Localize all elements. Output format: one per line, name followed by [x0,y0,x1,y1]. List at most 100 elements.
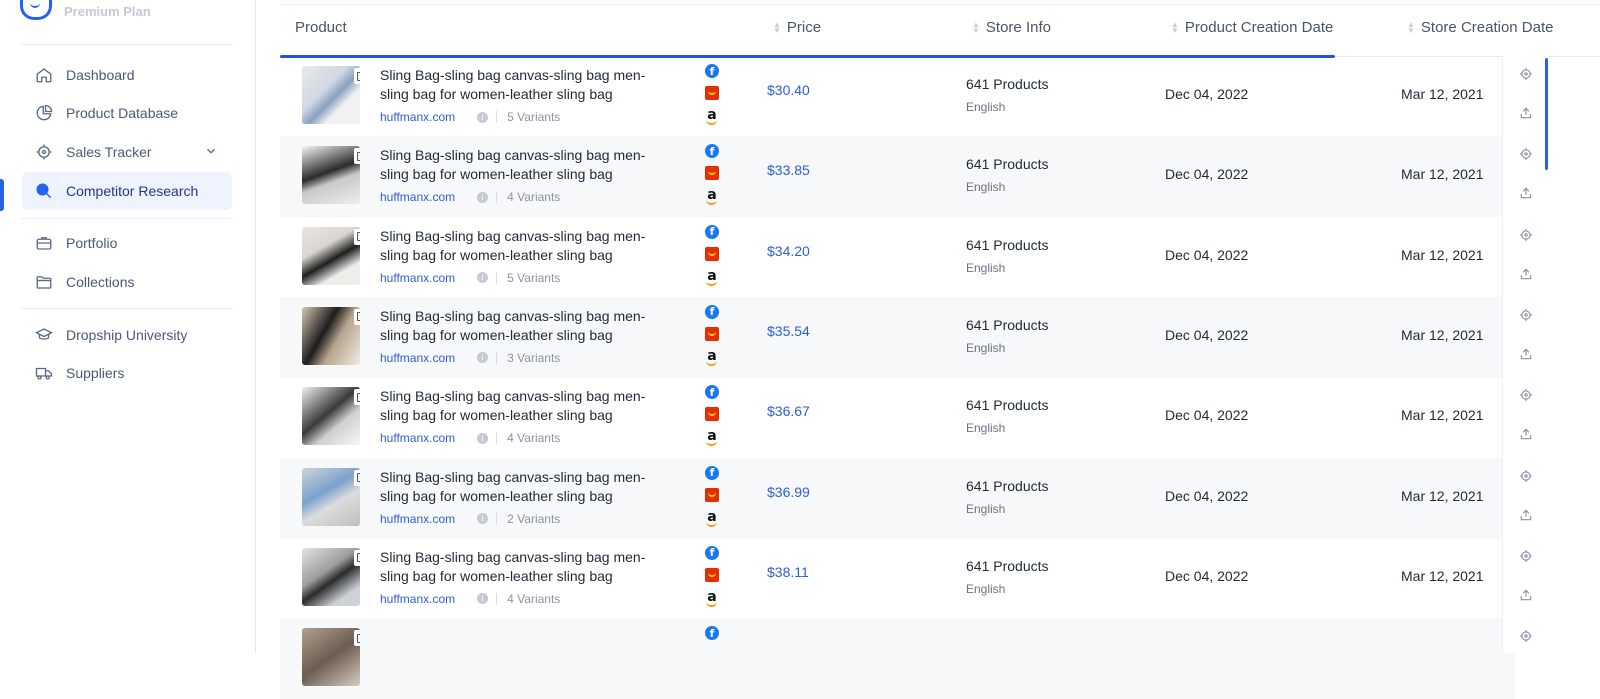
chevron-down-icon[interactable] [204,144,218,163]
track-icon[interactable] [1518,307,1534,323]
facebook-icon[interactable]: f [705,304,719,319]
column-header-store-info[interactable]: ▲ ▼ Store Info [972,19,1051,36]
sidebar-item-dashboard[interactable]: Dashboard [22,56,232,94]
store-products-count: 641 Products [966,156,1049,173]
store-link[interactable]: huffmanx.com [380,431,455,445]
store-link[interactable]: huffmanx.com [380,271,455,285]
facebook-icon[interactable]: f [705,144,719,159]
sidebar-item-competitor-research[interactable]: Competitor Research [22,172,232,210]
product-image[interactable]: 5 [302,467,360,526]
info-icon[interactable]: i [477,191,489,203]
amazon-icon[interactable]: a [705,510,719,527]
aliexpress-icon[interactable] [705,326,719,341]
product-title[interactable]: Sling Bag-sling bag canvas-sling bag men… [380,387,660,425]
image-count-badge: 5 [354,228,360,245]
sidebar-item-product-database[interactable]: Product Database [22,94,232,132]
product-title[interactable]: Sling Bag-sling bag canvas-sling bag men… [380,66,660,104]
amazon-icon[interactable]: a [705,269,719,286]
facebook-icon[interactable]: f [705,224,719,239]
product-title[interactable]: Sling Bag-sling bag canvas-sling bag men… [380,227,660,265]
amazon-icon[interactable]: a [705,108,719,125]
facebook-icon[interactable]: f [705,465,719,480]
facebook-icon[interactable]: f [705,626,719,641]
scrollbar[interactable] [1545,58,1548,170]
table-row[interactable]: 5 Sling Bag-sling bag canvas-sling bag me… [280,296,1515,378]
sidebar-item-sales-tracker[interactable]: Sales Tracker [22,133,232,171]
info-icon[interactable]: i [477,111,489,123]
table-row[interactable]: 5 Sling Bag-sling bag canvas-sling bag me… [280,56,1515,137]
share-icon[interactable] [1518,507,1534,523]
table-row[interactable]: 5 Sling Bag-sling bag canvas-sling bag me… [280,377,1515,458]
share-icon[interactable] [1518,266,1534,282]
column-header-product[interactable]: Product [295,19,347,36]
store-link[interactable]: huffmanx.com [380,351,455,365]
track-icon[interactable] [1518,468,1534,484]
facebook-icon[interactable]: f [705,545,719,560]
sidebar-item-portfolio[interactable]: Portfolio [22,224,232,262]
info-icon[interactable]: i [477,352,489,364]
store-link[interactable]: huffmanx.com [380,512,455,526]
store-language: English [966,421,1006,436]
column-header-price[interactable]: ▲ ▼ Price [773,19,821,36]
track-icon[interactable] [1518,146,1534,162]
info-icon[interactable]: i [477,593,489,605]
info-icon[interactable]: i [477,513,489,524]
table-row[interactable]: 5 Sling Bag-sling bag canvas-sling bag me… [280,217,1515,298]
ad-platforms: fa [705,545,721,612]
info-icon[interactable]: i [477,272,489,284]
store-link[interactable]: huffmanx.com [380,190,455,204]
product-image[interactable]: 5 [302,146,360,205]
store-link[interactable]: huffmanx.com [380,592,455,606]
share-icon[interactable] [1518,185,1534,201]
aliexpress-icon[interactable] [705,567,719,582]
table-row[interactable]: 5 Sling Bag-sling bag canvas-sling bag me… [280,538,1515,619]
product-image[interactable]: 5 [302,226,360,285]
aliexpress-icon[interactable] [705,487,719,502]
sidebar-item-suppliers[interactable]: Suppliers [22,354,232,392]
share-icon[interactable] [1518,105,1534,121]
info-icon[interactable]: i [477,432,489,444]
facebook-icon[interactable]: f [705,385,719,400]
sidebar-item-collections[interactable]: Collections [22,263,232,301]
product-title[interactable]: Sling Bag-sling bag canvas-sling bag men… [380,307,660,345]
share-icon[interactable] [1518,346,1534,362]
column-header-product-creation-date[interactable]: ▲ ▼ Product Creation Date [1171,19,1333,36]
amazon-icon[interactable]: a [705,349,719,366]
share-icon[interactable] [1518,426,1534,442]
store-link[interactable]: huffmanx.com [380,110,455,124]
store-language: English [966,260,1006,275]
table-header: Product ▲ ▼ Price ▲ ▼ Store Info ▲ ▼ Produc… [280,4,1600,58]
aliexpress-icon[interactable] [705,86,719,100]
aliexpress-icon[interactable] [705,166,719,181]
product-title[interactable]: Sling Bag-sling bag canvas-sling bag men… [380,146,660,184]
aliexpress-icon[interactable] [705,246,719,261]
variants-count: 4 Variants [507,591,561,606]
share-icon[interactable] [1518,587,1534,603]
column-header-store-creation-date[interactable]: ▲ ▼ Store Creation Date [1407,19,1554,36]
product-image[interactable]: 1 [302,628,360,687]
product-title[interactable]: Sling Bag-sling bag canvas-sling bag men… [380,468,660,506]
product-image[interactable]: 5 [302,387,360,446]
product-image[interactable]: 5 [302,66,360,124]
product-meta: huffmanx.com i 4 Variants [380,431,560,445]
amazon-icon[interactable]: a [705,429,719,447]
amazon-icon[interactable]: a [705,188,719,206]
sidebar-item-label: Competitor Research [66,183,199,199]
facebook-icon[interactable]: f [705,64,719,78]
product-image[interactable]: 5 [302,547,360,606]
track-icon[interactable] [1518,387,1534,403]
table-row[interactable]: 5 Sling Bag-sling bag canvas-sling bag me… [280,136,1515,218]
sidebar-item-dropship-university[interactable]: Dropship University [22,316,232,354]
amazon-icon[interactable]: a [705,590,719,607]
product-image[interactable]: 5 [302,306,360,365]
track-icon[interactable] [1518,227,1534,243]
divider [496,351,498,364]
track-icon[interactable] [1518,66,1534,82]
table-row[interactable]: 5 Sling Bag-sling bag canvas-sling bag me… [280,457,1515,539]
aliexpress-icon[interactable] [705,407,719,422]
track-icon[interactable] [1518,628,1534,644]
store-products-count: 641 Products [966,557,1049,574]
product-title[interactable]: Sling Bag-sling bag canvas-sling bag men… [380,548,660,586]
track-icon[interactable] [1518,548,1534,564]
table-row[interactable]: 1f [280,618,1515,699]
